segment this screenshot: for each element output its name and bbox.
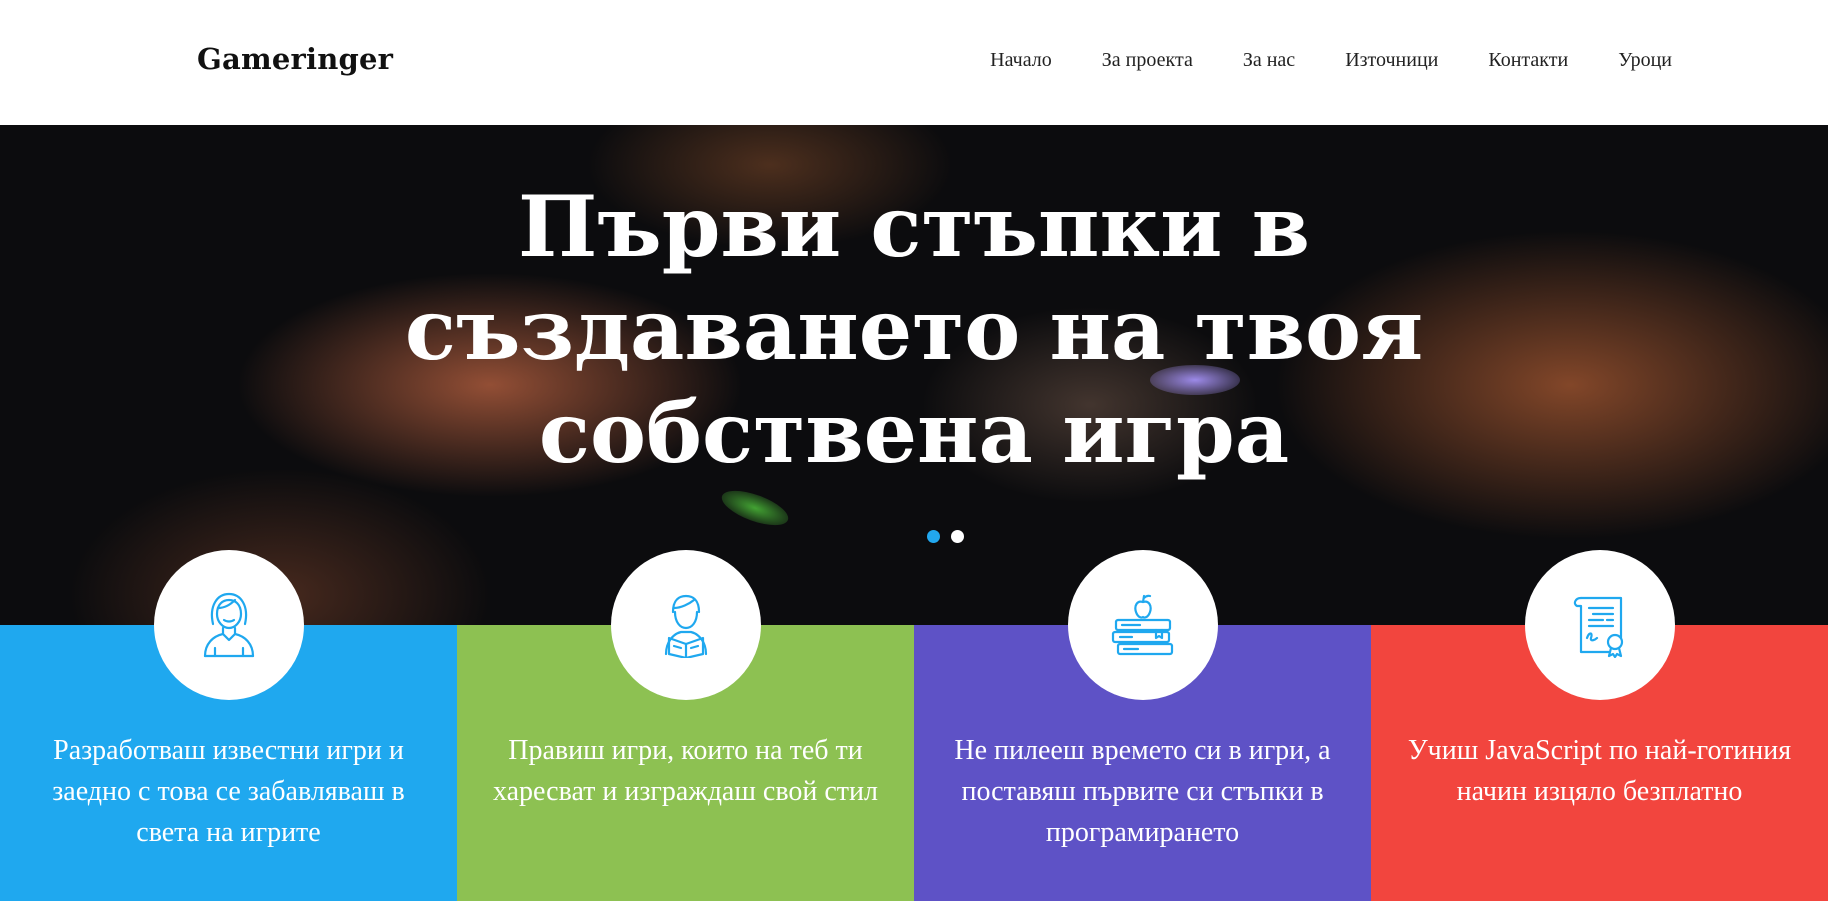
site-header: Gameringer Начало За проекта За нас Изто… (0, 0, 1828, 125)
certificate-icon (1573, 596, 1623, 658)
woman-icon (203, 592, 254, 658)
feature-icon-circle (1524, 550, 1675, 700)
slider-dot-1[interactable] (927, 530, 940, 543)
feature-text: Не пилееш времето си в игри, а поставяш … (954, 735, 1331, 848)
nav-item-contacts[interactable]: Контакти (1488, 49, 1568, 72)
nav-item-sources[interactable]: Източници (1345, 49, 1438, 72)
feature-card: Не пилееш времето си в игри, а поставяш … (914, 550, 1371, 901)
main-nav: Начало За проекта За нас Източници Конта… (940, 49, 1672, 72)
feature-text: Разработваш известни игри и заедно с тов… (52, 735, 405, 848)
feature-text: Учиш JavaScript по най-готиния начин изц… (1407, 735, 1792, 807)
hero-title-line: Първи стъпки в (517, 177, 1311, 276)
feature-icon-circle (1067, 550, 1218, 700)
hero-title-line: собствена игра (538, 383, 1290, 482)
nav-item-about-project[interactable]: За проекта (1102, 49, 1193, 72)
reader-icon (664, 594, 707, 658)
nav-item-about-us[interactable]: За нас (1243, 49, 1295, 72)
features-row: Разработваш известни игри и заедно с тов… (0, 550, 1828, 901)
hero-title-line: създаването на твоя (404, 280, 1424, 379)
hero-title: Първи стъпки в създаването на твоя собст… (0, 175, 1828, 484)
feature-card: Разработваш известни игри и заедно с тов… (0, 550, 457, 901)
feature-text: Правиш игри, които на теб ти харесват и … (493, 735, 878, 807)
feature-card: Правиш игри, които на теб ти харесват и … (457, 550, 914, 901)
feature-icon-circle (610, 550, 761, 700)
site-logo[interactable]: Gameringer (197, 42, 393, 76)
books-apple-icon (1111, 594, 1173, 656)
slider-dot-2[interactable] (951, 530, 964, 543)
nav-item-home[interactable]: Начало (990, 49, 1052, 72)
feature-card: Учиш JavaScript по най-готиния начин изц… (1371, 550, 1828, 901)
feature-icon-circle (153, 550, 304, 700)
nav-item-lessons[interactable]: Уроци (1618, 49, 1672, 72)
slider-dots (927, 530, 975, 543)
hero-background-detail (717, 483, 793, 533)
hero-slider: Първи стъпки в създаването на твоя собст… (0, 125, 1828, 625)
